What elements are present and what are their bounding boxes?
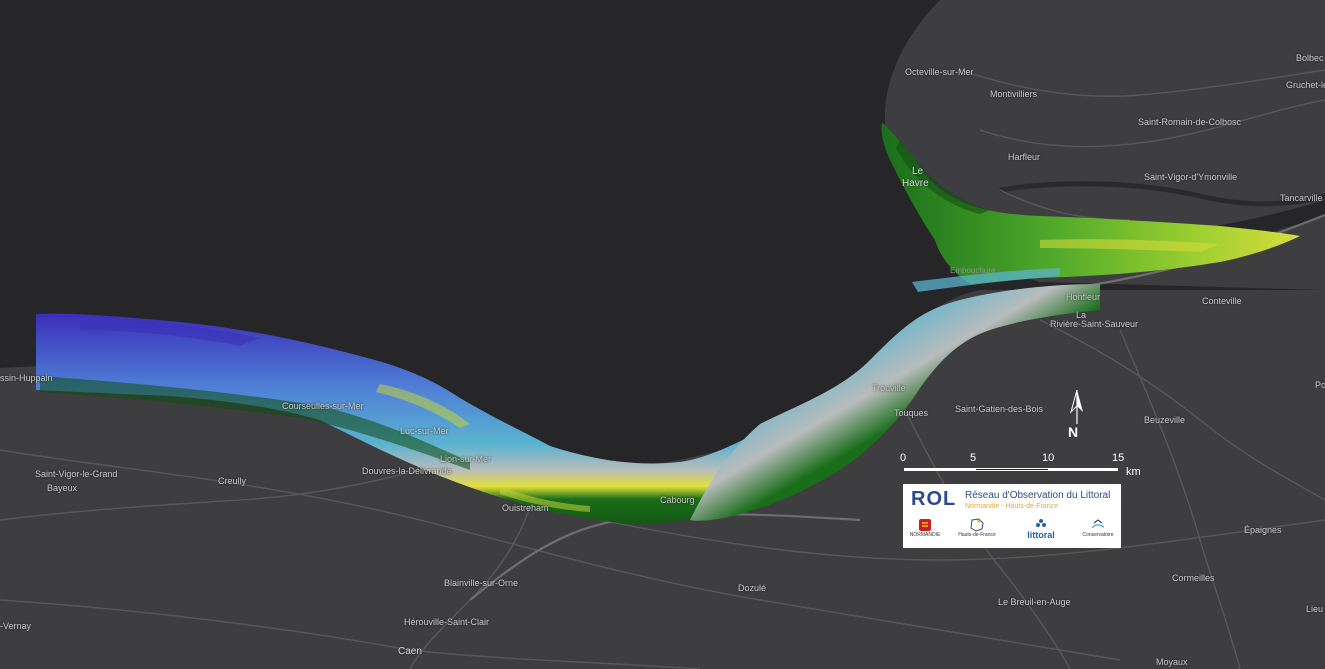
wave-bird-icon [1091, 519, 1105, 529]
place-label: Beuzeville [1144, 415, 1186, 425]
place-label: Cabourg [660, 495, 695, 505]
partner-label: Conservatoire [1082, 532, 1114, 538]
place-label: Trouville [872, 383, 906, 393]
place-label: Le [912, 166, 924, 177]
place-label: Épaignes [1244, 525, 1282, 535]
place-label: Saint-Gatien-des-Bois [955, 404, 1044, 414]
place-label: Courseulles-sur-Mer [282, 401, 364, 411]
place-label: Gruchet-le-Valasse [1286, 80, 1325, 90]
normandie-shield-icon [919, 519, 931, 531]
rol-logo-panel: ROL Réseau d'Observation du Littoral Nor… [903, 484, 1121, 548]
partner-normandie: NORMANDIE [907, 518, 943, 538]
place-label: Ouistreham [502, 503, 549, 513]
place-label: Caen [398, 646, 422, 657]
place-label: Tancarville [1280, 193, 1323, 203]
place-label: Le Breuil-en-Auge [998, 597, 1071, 607]
place-label: -Vernay [0, 621, 32, 631]
place-label: Lion-sur-Mer [440, 454, 492, 464]
place-label: Creully [218, 476, 247, 486]
north-arrow-icon [1070, 389, 1083, 424]
place-label: Douvres-la-Délivrande [362, 466, 452, 476]
place-label: Octeville-sur-Mer [905, 67, 974, 77]
flower-icon [1036, 519, 1046, 527]
map-view[interactable]: Octeville-sur-Mer Montivilliers Bolbec G… [0, 0, 1325, 669]
place-label: Po [1315, 380, 1325, 390]
partner-hauts-de-france: Hauts-de-France [955, 518, 999, 538]
france-map-icon [970, 518, 984, 532]
partner-label: NORMANDIE [909, 532, 941, 538]
place-label: Touques [894, 408, 929, 418]
place-label: Hérouville-Saint-Clair [404, 617, 490, 627]
partner-conservatoire: Conservatoire [1079, 518, 1117, 538]
place-label: Montivilliers [990, 89, 1038, 99]
scale-tick: 5 [970, 452, 977, 464]
place-label: Saint-Romain-de-Colbosc [1138, 117, 1242, 127]
water-label: Embouchure [950, 266, 996, 275]
place-label: Honfleur [1066, 292, 1101, 302]
scale-tick: 10 [1042, 452, 1055, 464]
place-label: Bayeux [47, 483, 78, 493]
partner-conservatoire-littoral: littoral [1011, 518, 1071, 540]
north-arrow: N [1066, 389, 1088, 444]
place-label: Cormeilles [1172, 573, 1215, 583]
north-label: N [1068, 424, 1079, 440]
place-label: Moyaux [1156, 657, 1188, 667]
place-label: Havre [902, 178, 929, 189]
place-label: Dozulé [738, 583, 767, 593]
scale-tick: 0 [900, 452, 907, 464]
place-label: Saint-Vigor-d'Ymonville [1144, 172, 1238, 182]
place-label: Harfleur [1008, 152, 1041, 162]
place-label: Luc-sur-Mer [400, 426, 449, 436]
scale-tick: 15 [1112, 452, 1125, 464]
place-label: Blainville-sur-Orne [444, 578, 519, 588]
basemap[interactable] [0, 0, 1325, 669]
place-label: Lieu [1306, 604, 1324, 614]
partner-label: Hauts-de-France [958, 532, 996, 538]
partner-label: littoral [1027, 530, 1055, 540]
scale-bar-segment [976, 469, 1048, 470]
rol-logo-title: Réseau d'Observation du Littoral [965, 490, 1111, 501]
rol-logo-subtitle: Normandie - Hauts-de-France [965, 503, 1058, 510]
scale-bar: 0 5 10 15 km [898, 452, 1141, 482]
place-label: ssin-Huppain [0, 373, 53, 383]
scale-unit: km [1126, 466, 1141, 478]
place-label: Saint-Vigor-le-Grand [35, 469, 118, 479]
place-label: Bolbec [1296, 53, 1324, 63]
place-label: Conteville [1202, 296, 1242, 306]
place-label: Rivière-Saint-Sauveur [1050, 319, 1139, 329]
rol-logo-mark: ROL [911, 488, 957, 510]
